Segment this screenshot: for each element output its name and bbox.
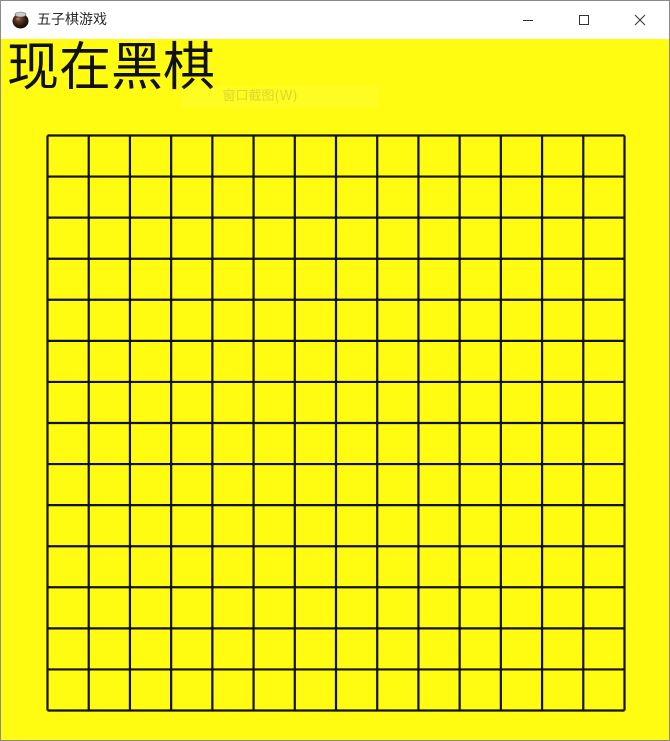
game-area: 现在黑棋 窗口截图(W) [1,39,669,740]
maximize-icon [578,11,590,30]
go-stone-jar-icon [11,10,30,29]
minimize-button[interactable] [505,1,551,39]
close-button[interactable] [617,1,663,39]
app-window: 五子棋游戏 现在黑棋 窗口截图(W) [0,0,670,741]
gomoku-board[interactable] [46,134,626,712]
window-title: 五子棋游戏 [37,12,107,28]
close-icon [634,11,646,30]
maximize-button[interactable] [561,1,607,39]
title-bar[interactable]: 五子棋游戏 [1,1,669,39]
ghost-tooltip: 窗口截图(W) [181,86,379,108]
minimize-icon [522,11,534,30]
